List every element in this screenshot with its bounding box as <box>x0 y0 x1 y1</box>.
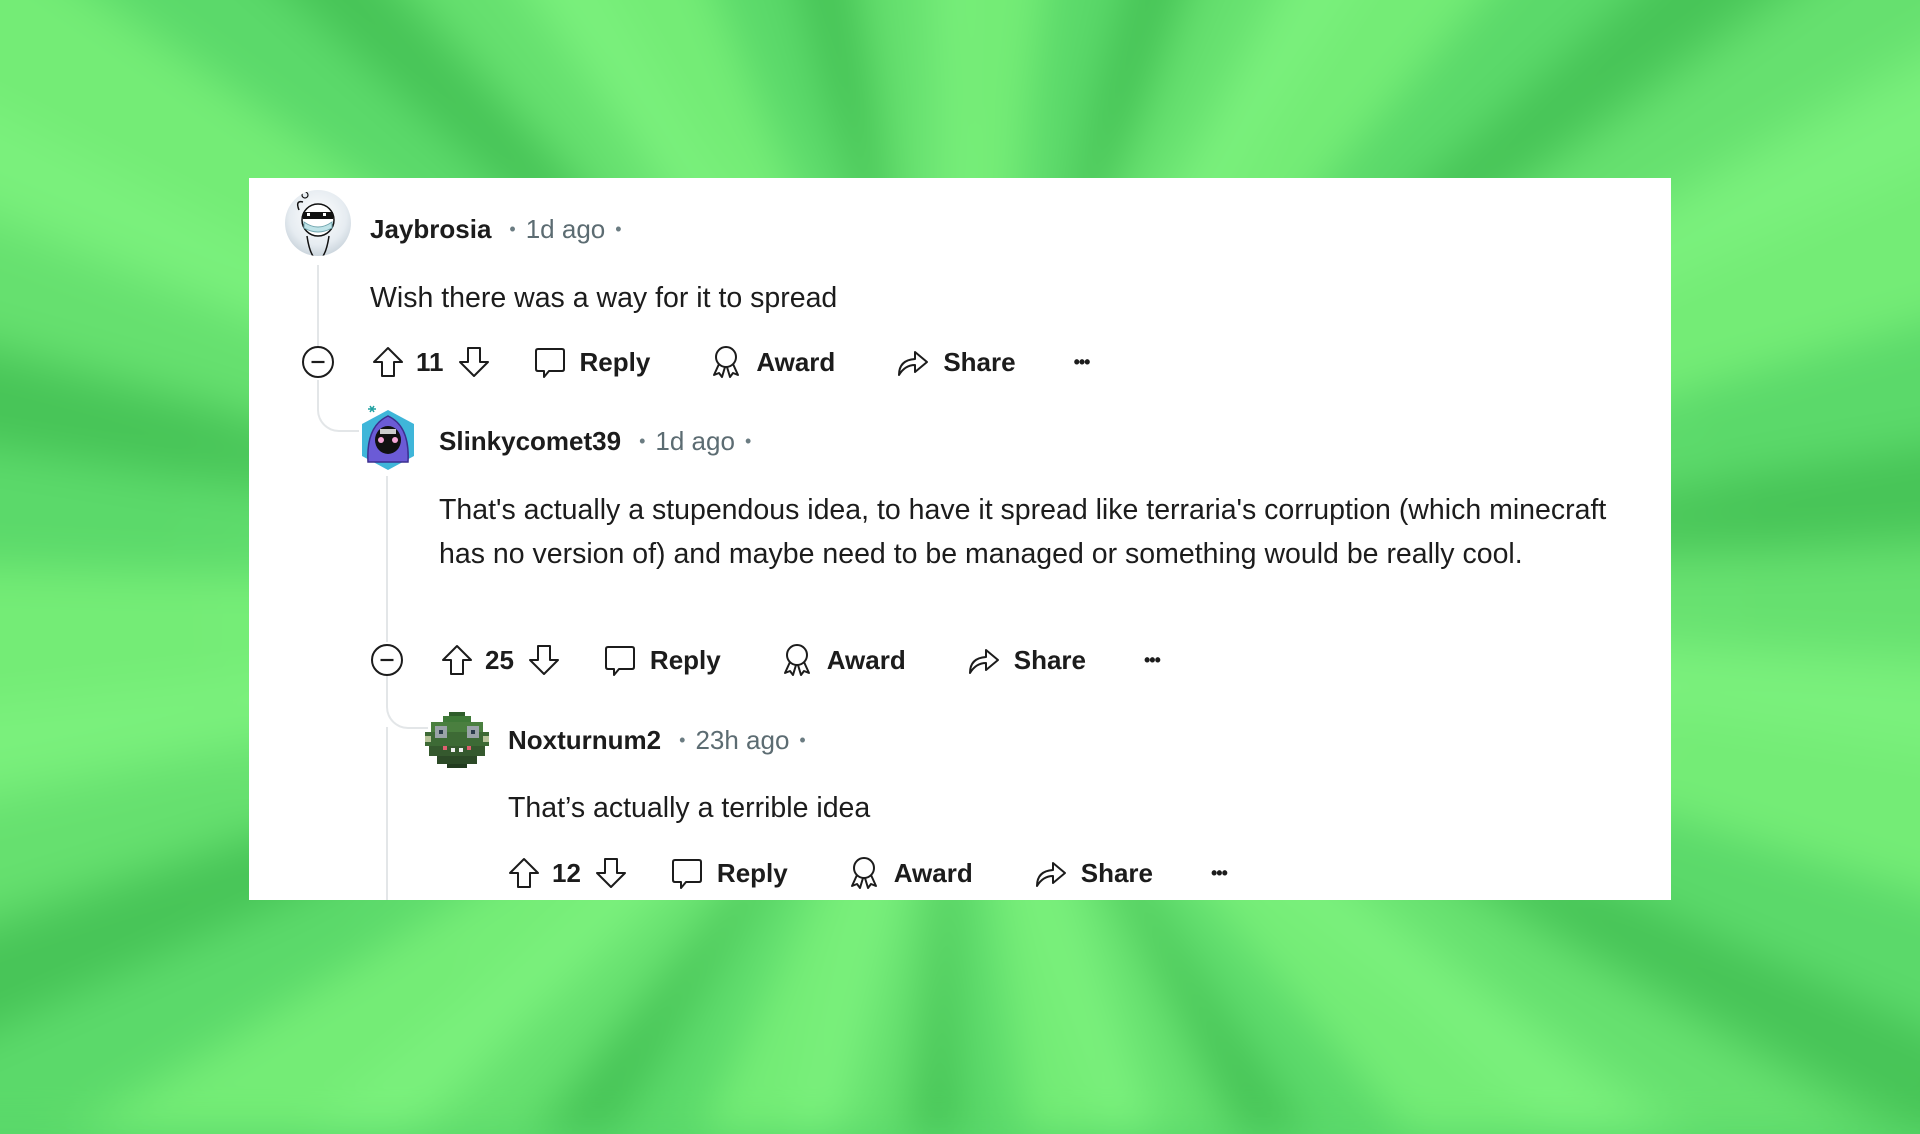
comment-meta: Noxturnum2 • 23h ago • <box>508 723 806 757</box>
award-label: Award <box>826 644 906 675</box>
username[interactable]: Noxturnum2 <box>508 725 661 756</box>
avatar-slinkycomet39[interactable] <box>356 404 420 474</box>
snoo-sunglasses-mask-icon <box>296 191 335 256</box>
comment-body: Wish there was a way for it to spread <box>370 282 838 314</box>
upvote-button[interactable] <box>370 344 406 380</box>
downvote-arrow-icon <box>458 347 489 377</box>
more-options-button[interactable]: ••• <box>1073 351 1091 373</box>
vote-count: 25 <box>485 644 514 675</box>
username[interactable]: Slinkycomet39 <box>439 426 621 457</box>
comment-body: That's actually a stupendous idea, to ha… <box>439 494 1607 570</box>
vote-count: 11 <box>416 346 444 377</box>
comment-bubble-icon <box>534 348 565 378</box>
reply-button[interactable]: Reply <box>669 855 788 891</box>
thread-line-2b <box>386 727 388 900</box>
more-dots-icon: ••• <box>1073 351 1091 372</box>
reply-label: Reply <box>579 346 651 377</box>
share-label: Share <box>1013 644 1086 675</box>
downvote-arrow-icon <box>595 858 626 888</box>
share-label: Share <box>943 346 1016 377</box>
more-dots-icon: ••• <box>1144 649 1161 670</box>
share-label: Share <box>1080 857 1153 888</box>
pixel-green-creature-icon <box>425 712 489 768</box>
purple-hooded-figure-icon <box>362 405 414 470</box>
share-arrow-icon <box>1035 862 1066 887</box>
more-dots-icon: ••• <box>1211 862 1228 883</box>
share-button[interactable]: Share <box>895 344 1016 380</box>
comment-body: That’s actually a terrible idea <box>508 792 871 824</box>
upvote-arrow-icon <box>509 858 539 888</box>
separator-dot: • <box>799 729 806 750</box>
collapse-minus-circle-icon <box>302 346 334 378</box>
award-label: Award <box>756 346 836 377</box>
comment-actions: 11 Reply Award Share ••• <box>370 342 1091 382</box>
comment-thread-card: Jaybrosia • 1d ago • Wish there was a wa… <box>249 178 1671 900</box>
upvote-button[interactable] <box>439 642 475 678</box>
collapse-thread-button[interactable] <box>370 643 404 677</box>
separator-dot: • <box>509 218 516 239</box>
separator-dot: • <box>744 430 752 451</box>
more-options-button[interactable]: ••• <box>1211 862 1228 884</box>
comment-meta: Slinkycomet39 • 1d ago • <box>439 424 751 458</box>
award-button[interactable]: Award <box>846 855 973 891</box>
collapse-minus-circle-icon <box>371 644 403 676</box>
award-button[interactable]: Award <box>779 642 906 678</box>
separator-dot: • <box>639 430 646 451</box>
thread-connector-2 <box>386 676 428 729</box>
share-button[interactable]: Share <box>966 642 1086 678</box>
thread-line-2[interactable] <box>386 476 388 642</box>
avatar-noxturnum2[interactable] <box>423 710 491 770</box>
thread-line-1[interactable] <box>317 265 319 348</box>
reply-label: Reply <box>649 644 721 675</box>
award-ribbon-icon <box>850 857 877 889</box>
reply-button[interactable]: Reply <box>602 642 721 678</box>
more-options-button[interactable]: ••• <box>1144 649 1161 671</box>
avatar-jaybrosia[interactable] <box>285 190 351 256</box>
comment-bubble-icon <box>604 646 635 676</box>
award-label: Award <box>893 857 973 888</box>
share-button[interactable]: Share <box>1033 855 1153 891</box>
separator-dot: • <box>615 218 622 239</box>
downvote-button[interactable] <box>526 642 562 678</box>
reply-button[interactable]: Reply <box>532 344 651 380</box>
reply-label: Reply <box>716 857 788 888</box>
downvote-button[interactable] <box>593 855 629 891</box>
collapse-thread-button[interactable] <box>301 345 335 379</box>
comment-actions: 12 Reply Award Share ••• <box>506 853 1228 893</box>
downvote-button[interactable] <box>456 344 492 380</box>
timestamp[interactable]: 23h ago <box>695 725 789 756</box>
upvote-arrow-icon <box>373 347 403 377</box>
upvote-button[interactable] <box>506 855 542 891</box>
award-ribbon-icon <box>713 346 740 378</box>
award-button[interactable]: Award <box>708 344 835 380</box>
downvote-arrow-icon <box>528 645 559 675</box>
share-arrow-icon <box>968 649 999 674</box>
upvote-arrow-icon <box>442 645 472 675</box>
share-arrow-icon <box>898 351 929 376</box>
award-ribbon-icon <box>783 644 810 676</box>
timestamp[interactable]: 1d ago <box>526 214 606 245</box>
username[interactable]: Jaybrosia <box>370 214 491 245</box>
thread-connector-1 <box>317 380 359 432</box>
comment-meta: Jaybrosia • 1d ago • <box>370 212 622 246</box>
comment-bubble-icon <box>671 859 702 889</box>
vote-count: 12 <box>552 857 581 888</box>
timestamp[interactable]: 1d ago <box>655 426 735 457</box>
comment-actions: 25 Reply Award Share ••• <box>439 640 1161 680</box>
separator-dot: • <box>679 729 686 750</box>
